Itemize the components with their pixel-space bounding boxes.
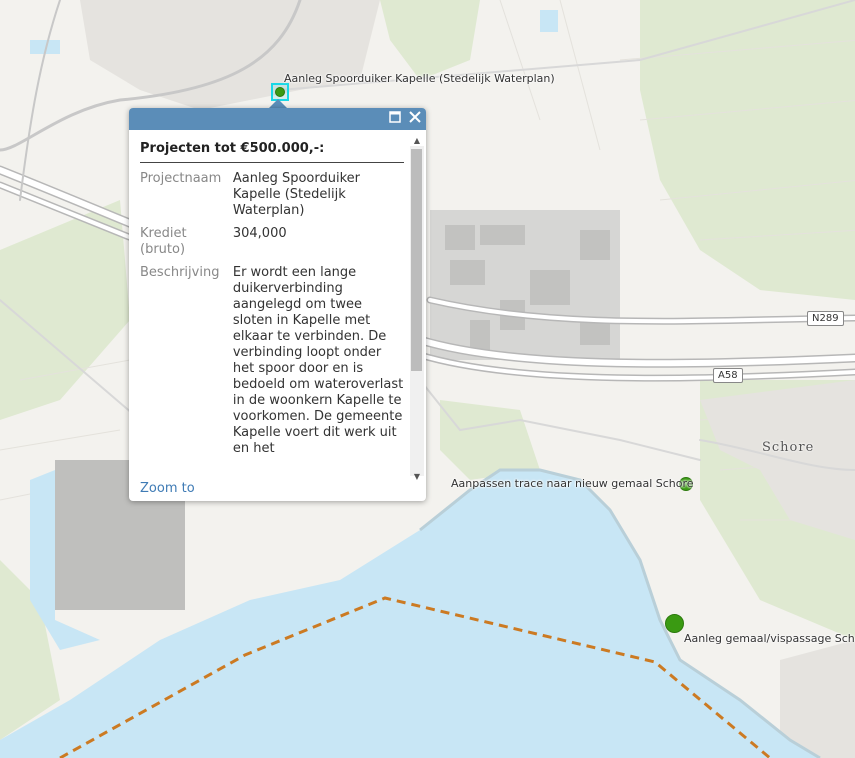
road-shield-n289: N289 (807, 311, 844, 326)
info-popup: Projecten tot €500.000,-: Projectnaam Aa… (129, 108, 426, 501)
attribute-row: Beschrijving Er wordt een lange duikerve… (140, 265, 404, 464)
close-icon[interactable] (407, 111, 423, 127)
marker-label-1: Aanleg Spoorduiker Kapelle (Stedelijk Wa… (284, 72, 555, 85)
attribute-value: Er wordt een lange duikerverbinding aang… (232, 265, 404, 456)
zoom-to-link[interactable]: Zoom to (140, 481, 195, 496)
scrollbar-thumb[interactable] (411, 149, 422, 371)
popup-header (129, 108, 426, 130)
project-marker-3[interactable] (665, 614, 684, 633)
popup-scrollbar[interactable]: ▲ ▼ (410, 136, 424, 481)
maximize-icon[interactable] (387, 111, 403, 127)
attribute-key: Projectnaam (140, 171, 222, 186)
popup-title: Projecten tot €500.000,-: (140, 141, 404, 163)
attribute-row: Projectnaam Aanleg Spoorduiker Kapelle (… (140, 171, 404, 226)
attribute-key: Beschrijving (140, 265, 220, 280)
attribute-table: Projectnaam Aanleg Spoorduiker Kapelle (… (140, 171, 404, 464)
road-shield-a58: A58 (713, 368, 743, 383)
project-marker-1[interactable] (275, 87, 285, 97)
popup-body[interactable]: Projecten tot €500.000,-: Projectnaam Aa… (140, 141, 404, 475)
attribute-row: Krediet (bruto) 304,000 (140, 226, 404, 265)
place-label-schore: Schore (762, 440, 815, 455)
attribute-value: Aanleg Spoorduiker Kapelle (Stedelijk Wa… (232, 171, 360, 218)
marker-label-3: Aanleg gemaal/vispassage Schore (684, 632, 855, 645)
marker-label-2: Aanpassen trace naar nieuw gemaal Schore (451, 477, 694, 490)
attribute-value: 304,000 (232, 226, 287, 241)
scroll-down-icon[interactable]: ▼ (410, 472, 424, 482)
attribute-key: Krediet (bruto) (140, 226, 187, 257)
scroll-up-icon[interactable]: ▲ (410, 136, 424, 146)
